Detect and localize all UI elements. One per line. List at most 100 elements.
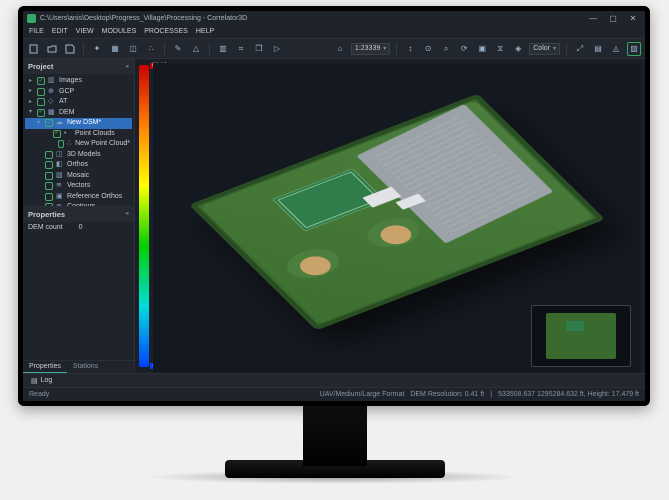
tree-row[interactable]: ◧Orthos (25, 160, 132, 171)
tree-row[interactable]: ▸⊕GCP (25, 87, 132, 98)
window-minimize-button[interactable]: — (585, 13, 601, 23)
tree-toggle-icon[interactable]: ▾ (35, 119, 42, 128)
tree-checkbox[interactable]: ✓ (37, 109, 45, 117)
tree-node-icon: ▥ (48, 76, 56, 87)
scale-select[interactable]: 1:23339▾ (351, 43, 390, 55)
tree-checkbox[interactable] (58, 140, 64, 148)
play-icon[interactable]: ▷ (270, 42, 284, 56)
save-icon[interactable] (63, 42, 77, 56)
tree-row[interactable]: ▣Reference Orthos (25, 192, 132, 203)
properties-body: DEM count 0 (23, 222, 134, 233)
edit-icon[interactable]: ✎ (171, 42, 185, 56)
left-panel: Project « ▸✓▥Images▸⊕GCP▸◇AT▾✓▦DEM▾✓☁New… (23, 59, 135, 373)
new-icon[interactable] (27, 42, 41, 56)
tree-node-icon: ∴ (67, 139, 72, 150)
tree-row[interactable]: ✓•Point Clouds (25, 129, 132, 140)
cube-icon[interactable]: ❒ (252, 42, 266, 56)
open-icon[interactable] (45, 42, 59, 56)
colorbar-gradient (139, 65, 149, 367)
process-icon[interactable]: ◫ (126, 42, 140, 56)
menu-edit[interactable]: EDIT (52, 28, 68, 35)
3d-viewport[interactable] (153, 63, 641, 373)
tab-stations[interactable]: Stations (67, 361, 104, 373)
terrain-model (189, 94, 605, 330)
properties-header: Properties « (23, 207, 134, 222)
log-icon: ▤ (31, 377, 38, 385)
tree-row[interactable]: ▸ ◇AT (25, 97, 132, 108)
collapse-icon[interactable]: « (126, 64, 129, 70)
tree-toggle-icon[interactable]: ▸ (27, 77, 34, 86)
property-value: 0 (79, 224, 83, 231)
aerial-triangulation-icon[interactable]: ✦ (90, 42, 104, 56)
window-title: C:\Users\anis\Desktop\Progress_Village\P… (40, 15, 581, 22)
diamond-icon[interactable]: ◈ (511, 42, 525, 56)
tree-node-label: Vectors (67, 181, 90, 192)
triangles-icon[interactable]: ◬ (609, 42, 623, 56)
colormode-value: Color (533, 45, 550, 52)
point-cloud-icon[interactable]: ∴ (144, 42, 158, 56)
tree-row[interactable]: ◫3D Models (25, 150, 132, 161)
status-ready: Ready (29, 391, 49, 398)
tree-checkbox[interactable] (45, 161, 53, 169)
output-icon[interactable]: ▧ (627, 42, 641, 56)
tree-node-icon: ≋ (56, 181, 64, 192)
rotate-icon[interactable]: ⟳ (457, 42, 471, 56)
tree-checkbox[interactable] (45, 193, 53, 201)
tree-row[interactable]: ▾✓▦DEM (25, 108, 132, 119)
bottom-tabs: ▤Log (23, 373, 645, 387)
expand-icon[interactable]: ⤢ (573, 42, 587, 56)
monitor-stand-neck (303, 406, 367, 466)
window-maximize-button[interactable]: ▢ (605, 13, 621, 23)
tree-row[interactable]: ∴New Point Cloud* (25, 139, 132, 150)
tree-checkbox[interactable]: ✓ (53, 130, 61, 138)
project-tree[interactable]: ▸✓▥Images▸⊕GCP▸ ◇AT▾✓▦DEM▾✓☁New DSM* ✓•Po… (23, 74, 134, 206)
zoom-icon[interactable]: ⌕ (439, 42, 453, 56)
tree-node-icon: ▦ (48, 108, 56, 119)
home-icon[interactable]: ⌂ (333, 42, 347, 56)
scale-value: 1:23339 (355, 45, 380, 52)
tree-node-label: AT (59, 97, 67, 108)
tree-node-label: Point Clouds (75, 129, 115, 140)
tree-node-label: Orthos (67, 160, 88, 171)
extents-icon[interactable]: ⌗ (234, 42, 248, 56)
minimap[interactable] (531, 305, 631, 367)
tree-checkbox[interactable] (45, 172, 53, 180)
hourglass-icon[interactable]: ⧖ (493, 42, 507, 56)
tree-checkbox[interactable] (37, 88, 45, 96)
tree-row[interactable]: ▧Mosaic (25, 171, 132, 182)
menu-modules[interactable]: MODULES (102, 28, 137, 35)
tree-toggle-icon[interactable]: ▸ (27, 87, 34, 96)
app-window: C:\Users\anis\Desktop\Progress_Village\P… (23, 11, 645, 401)
tree-row[interactable]: ▾✓☁New DSM* (25, 118, 132, 129)
tab-properties[interactable]: Properties (23, 361, 67, 373)
tree-checkbox[interactable]: ✓ (45, 119, 53, 127)
tree-checkbox[interactable] (37, 98, 45, 106)
menu-processes[interactable]: PROCESSES (144, 28, 188, 35)
tree-toggle-icon[interactable]: ▾ (27, 108, 34, 117)
dsm-icon[interactable]: ▦ (108, 42, 122, 56)
tree-checkbox[interactable] (45, 151, 53, 159)
tree-checkbox[interactable]: ✓ (37, 77, 45, 85)
layers-icon[interactable]: ▤ (591, 42, 605, 56)
center-icon[interactable]: ⊙ (421, 42, 435, 56)
menu-view[interactable]: VIEW (76, 28, 94, 35)
colormode-select[interactable]: Color▾ (529, 43, 560, 55)
menu-file[interactable]: FILE (29, 28, 44, 35)
tree-row[interactable]: ▸✓▥Images (25, 76, 132, 87)
pan-icon[interactable]: ↕ (403, 42, 417, 56)
tree-node-label: New Point Cloud* (75, 139, 130, 150)
box-zoom-icon[interactable]: ▣ (475, 42, 489, 56)
tab-log[interactable]: ▤Log (23, 377, 60, 385)
collapse-icon[interactable]: « (126, 211, 129, 217)
tree-node-icon: ◇ (48, 97, 56, 108)
tree-toggle-icon[interactable]: ▸ (27, 98, 34, 107)
tree-node-label: New DSM* (67, 118, 101, 129)
window-close-button[interactable]: ✕ (625, 13, 641, 23)
terrain-treeline (189, 94, 605, 330)
grid-icon[interactable]: ▥ (216, 42, 230, 56)
tree-checkbox[interactable] (45, 182, 53, 190)
select-icon[interactable]: △ (189, 42, 203, 56)
tree-row[interactable]: ≋Vectors (25, 181, 132, 192)
menu-help[interactable]: HELP (196, 28, 214, 35)
tree-node-label: Mosaic (67, 171, 89, 182)
